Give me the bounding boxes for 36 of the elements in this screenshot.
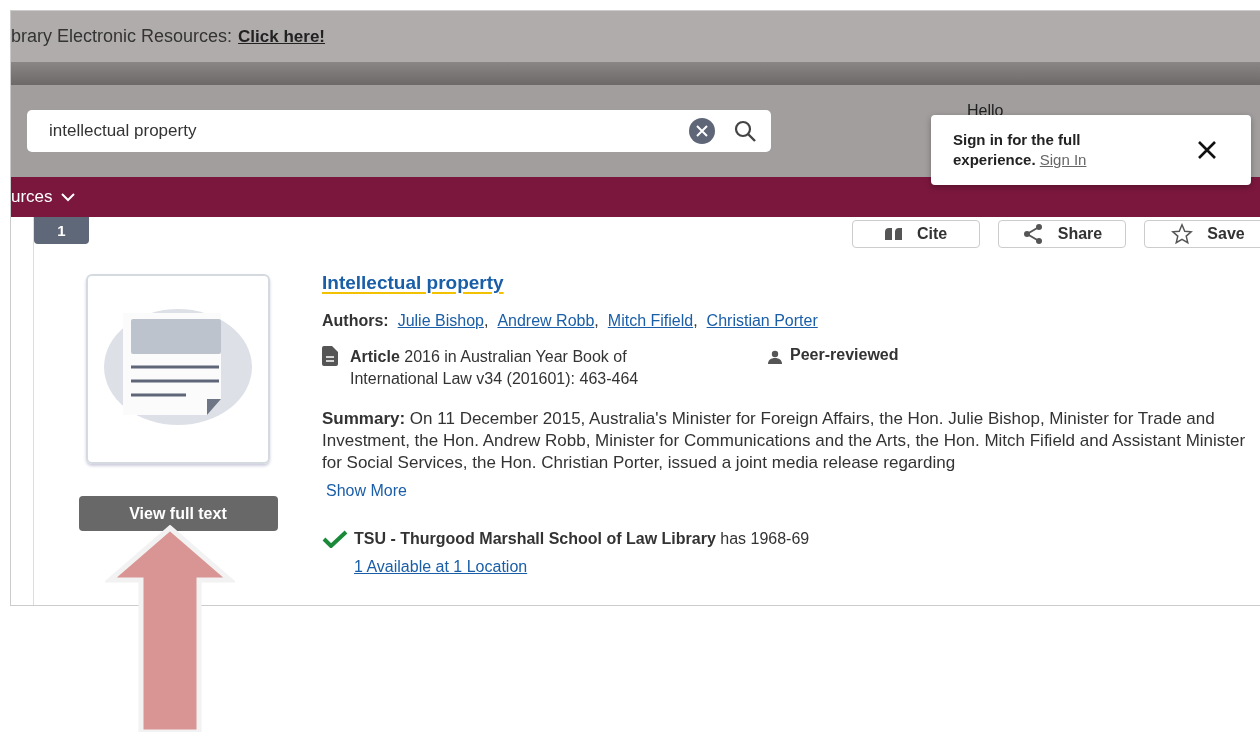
chevron-down-icon xyxy=(60,192,75,202)
person-icon xyxy=(768,350,782,364)
quote-icon xyxy=(884,228,903,240)
show-more-link[interactable]: Show More xyxy=(326,482,407,500)
result-number: 1 xyxy=(34,217,89,244)
peer-reviewed-label: Peer-reviewed xyxy=(790,346,899,364)
result-title-link[interactable]: Intellectual property xyxy=(322,272,504,294)
close-icon[interactable] xyxy=(1197,140,1217,160)
availability-text: TSU - Thurgood Marshall School of Law Library has 1968-69 xyxy=(354,530,810,548)
resources-menu[interactable]: urces xyxy=(11,187,75,207)
authors-label: Authors: xyxy=(322,312,389,330)
view-full-text-button[interactable]: View full text xyxy=(78,496,278,531)
share-button[interactable]: Share xyxy=(998,220,1126,248)
cite-button[interactable]: Cite xyxy=(852,220,980,248)
search-icon[interactable] xyxy=(733,119,757,143)
save-button[interactable]: Save xyxy=(1144,220,1260,248)
sign-in-message: Sign in for the full experience. Sign In xyxy=(953,130,1088,170)
author-link[interactable]: Mitch Fifield xyxy=(607,312,694,329)
banner-text: brary Electronic Resources: xyxy=(11,26,233,47)
author-separator: , xyxy=(693,312,698,329)
checkmark-icon xyxy=(322,530,348,548)
star-icon xyxy=(1171,223,1194,245)
sign-in-link[interactable]: Sign In xyxy=(1039,151,1087,168)
document-icon xyxy=(322,346,338,366)
author-separator: , xyxy=(483,312,489,329)
author-link[interactable]: Julie Bishop xyxy=(397,312,484,329)
share-icon xyxy=(1021,223,1044,245)
citation-text: Article 2016 in Australian Year Book of International Law v34 (201601): 463-464 xyxy=(350,347,640,389)
summary-text: Summary: On 11 December 2015, Australia's Minister for Foreign Affairs, the Hon. Julie Bishop, Minister for Trade and Investment, the Hon. Andrew Robb, Minister for Communications and the Arts, the Hon. Mitch Fifield and Assistant Minister for Social Services, the Hon. Christian Porter, issued a joint media release regarding xyxy=(322,408,1247,474)
search-field[interactable]: intellectual property xyxy=(27,110,771,152)
author-link[interactable]: Christian Porter xyxy=(706,312,818,329)
click-here-link[interactable]: Click here! xyxy=(238,26,326,47)
location-link[interactable]: 1 Available at 1 Location xyxy=(354,558,528,576)
clear-icon[interactable] xyxy=(689,118,715,144)
author-separator: , xyxy=(594,312,599,329)
author-link[interactable]: Andrew Robb xyxy=(497,312,595,329)
